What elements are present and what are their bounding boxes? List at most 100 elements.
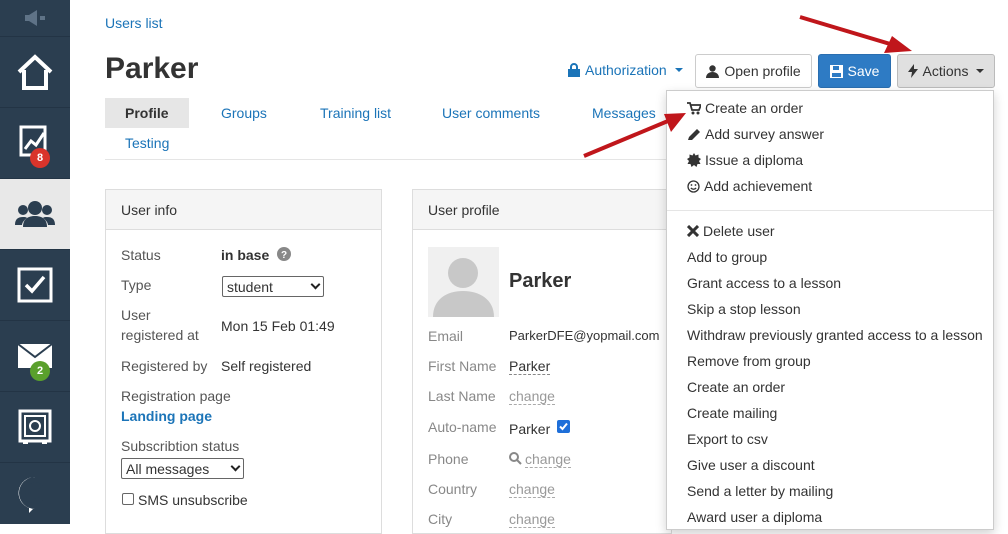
sidebar-item-tasks[interactable] xyxy=(0,250,70,321)
tab-user-comments[interactable]: User comments xyxy=(422,98,560,128)
user-profile-panel: User profile Parker Email ParkerDFE@yopm… xyxy=(412,189,672,534)
registered-value: Mon 15 Feb 01:49 xyxy=(221,318,335,334)
help-icon[interactable]: ? xyxy=(277,247,291,261)
menu-item-add-to-group[interactable]: Add to group xyxy=(687,249,767,265)
chat-logo-icon xyxy=(17,475,53,513)
floppy-icon xyxy=(830,65,843,78)
menu-item-issue-diploma[interactable]: Issue a diploma xyxy=(687,152,803,168)
sms-unsubscribe-label: SMS unsubscribe xyxy=(138,492,248,508)
save-button[interactable]: Save xyxy=(818,54,891,88)
open-profile-button[interactable]: Open profile xyxy=(695,54,812,88)
announce-icon xyxy=(23,9,47,27)
save-label: Save xyxy=(848,63,880,79)
chevron-down-icon xyxy=(311,280,321,290)
auto-name-label: Auto-name xyxy=(428,419,496,435)
tasks-icon xyxy=(17,267,53,303)
menu-item-give-discount[interactable]: Give user a discount xyxy=(687,457,815,473)
menu-item-label: Add achievement xyxy=(704,178,812,194)
last-name-change-link[interactable]: change xyxy=(509,388,555,405)
sidebar-item-chat[interactable] xyxy=(0,463,70,524)
lock-icon xyxy=(568,63,580,77)
status-value: in base xyxy=(221,247,269,263)
menu-item-label: Delete user xyxy=(703,223,775,239)
menu-item-create-mailing[interactable]: Create mailing xyxy=(687,405,777,421)
menu-item-award-diploma[interactable]: Award user a diploma xyxy=(687,509,822,525)
city-change-link[interactable]: change xyxy=(509,511,555,528)
tab-testing[interactable]: Testing xyxy=(105,128,189,158)
sidebar-item-safe[interactable] xyxy=(0,392,70,463)
menu-item-delete-user[interactable]: Delete user xyxy=(687,223,775,239)
menu-item-withdraw-access[interactable]: Withdraw previously granted access to a … xyxy=(687,327,983,343)
safe-icon xyxy=(18,409,52,445)
reg-page-label: Registration page xyxy=(121,388,231,404)
mail-badge: 2 xyxy=(30,361,50,381)
sms-unsubscribe-checkbox[interactable] xyxy=(122,493,134,505)
tab-messages[interactable]: Messages xyxy=(572,98,676,128)
sidebar-item-mail[interactable]: 2 xyxy=(0,321,70,392)
type-label: Type xyxy=(121,277,151,293)
home-icon xyxy=(15,53,55,91)
user-info-panel: User info Status in base ? Type student … xyxy=(105,189,382,534)
menu-item-label: Add survey answer xyxy=(705,126,824,142)
pencil-icon xyxy=(687,128,701,141)
sidebar-item-home[interactable] xyxy=(0,37,70,108)
menu-item-remove-from-group[interactable]: Remove from group xyxy=(687,353,811,369)
tab-profile[interactable]: Profile xyxy=(105,98,189,128)
lightning-icon xyxy=(908,64,918,78)
menu-item-create-order-top[interactable]: Create an order xyxy=(687,100,803,116)
avatar-placeholder xyxy=(428,247,499,317)
landing-page-link[interactable]: Landing page xyxy=(121,408,212,424)
subscription-select[interactable]: All messages xyxy=(121,458,244,479)
email-value: ParkerDFE@yopmail.com xyxy=(509,328,659,343)
user-icon xyxy=(706,65,719,78)
phone-change-link[interactable]: change xyxy=(525,451,571,468)
country-label: Country xyxy=(428,481,477,497)
menu-item-label: Create an order xyxy=(705,100,803,116)
menu-divider xyxy=(667,210,993,211)
open-profile-label: Open profile xyxy=(724,63,800,79)
subscription-select-value: All messages xyxy=(126,461,209,477)
smile-icon xyxy=(687,180,700,193)
user-profile-heading: User profile xyxy=(413,190,671,230)
registered-label-2: registered at xyxy=(121,327,199,343)
actions-label: Actions xyxy=(923,63,969,79)
menu-item-skip-stop-lesson[interactable]: Skip a stop lesson xyxy=(687,301,801,317)
registered-by-label: Registered by xyxy=(121,358,207,374)
city-label: City xyxy=(428,511,452,527)
menu-item-add-survey-answer[interactable]: Add survey answer xyxy=(687,126,824,142)
tab-groups[interactable]: Groups xyxy=(201,98,287,128)
tab-training-list[interactable]: Training list xyxy=(300,98,411,128)
tabs-divider xyxy=(105,159,670,160)
first-name-label: First Name xyxy=(428,358,496,374)
sidebar: 8 2 xyxy=(0,0,70,524)
type-select[interactable]: student xyxy=(222,276,324,297)
status-label: Status xyxy=(121,247,161,263)
page-title: Parker xyxy=(105,52,198,86)
menu-item-export-csv[interactable]: Export to csv xyxy=(687,431,768,447)
menu-item-label: Issue a diploma xyxy=(705,152,803,168)
country-change-link[interactable]: change xyxy=(509,481,555,498)
menu-item-grant-access[interactable]: Grant access to a lesson xyxy=(687,275,841,291)
close-icon xyxy=(687,225,699,237)
seal-icon xyxy=(687,153,701,167)
chevron-down-icon xyxy=(231,462,241,472)
sidebar-item-stats[interactable]: 8 xyxy=(0,108,70,179)
sidebar-item-announce[interactable] xyxy=(0,0,70,37)
phone-label: Phone xyxy=(428,451,468,467)
cart-icon xyxy=(687,102,701,115)
menu-item-add-achievement[interactable]: Add achievement xyxy=(687,178,812,194)
auto-name-checkbox[interactable] xyxy=(557,420,570,433)
search-icon xyxy=(509,452,522,465)
breadcrumb[interactable]: Users list xyxy=(105,15,163,31)
profile-name: Parker xyxy=(509,270,571,293)
actions-dropdown-button[interactable]: Actions xyxy=(897,54,995,88)
sidebar-item-users[interactable] xyxy=(0,179,70,250)
last-name-label: Last Name xyxy=(428,388,496,404)
svg-text:?: ? xyxy=(281,250,287,261)
authorization-label: Authorization xyxy=(585,62,667,78)
authorization-dropdown[interactable]: Authorization xyxy=(568,62,683,78)
first-name-value[interactable]: Parker xyxy=(509,358,550,375)
users-icon xyxy=(15,199,55,229)
menu-item-send-letter[interactable]: Send a letter by mailing xyxy=(687,483,833,499)
menu-item-create-order[interactable]: Create an order xyxy=(687,379,785,395)
